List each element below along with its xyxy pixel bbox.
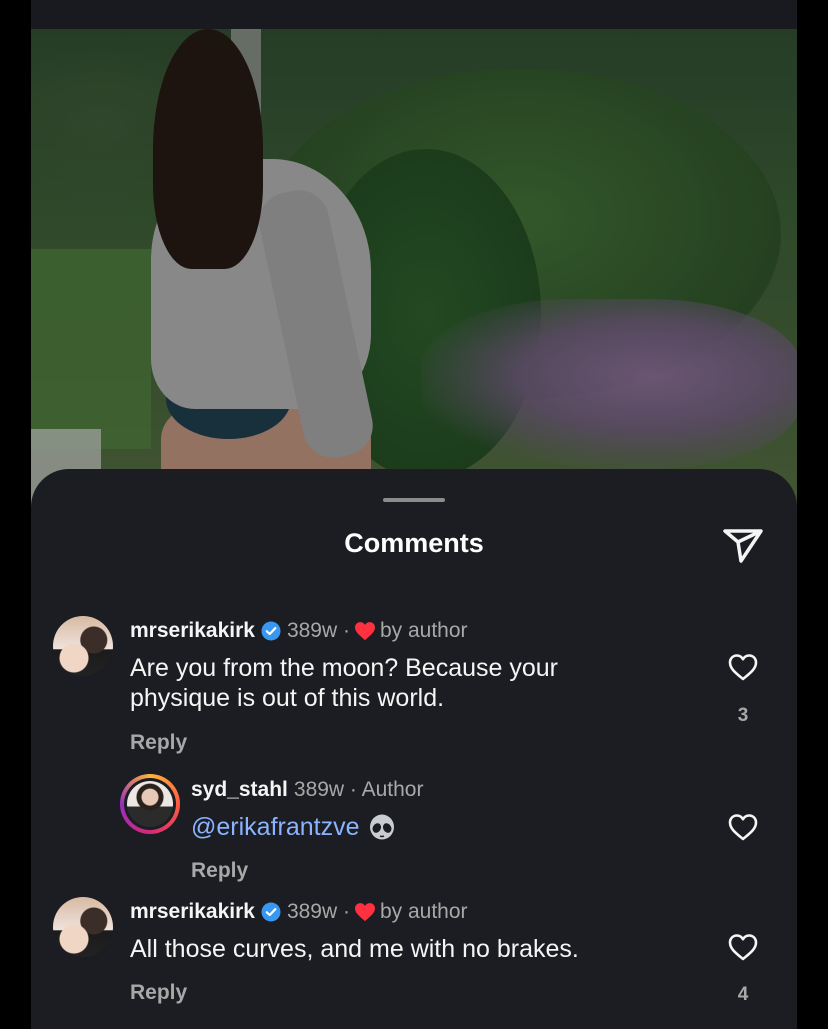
comment-text: Are you from the moon? Because your phys… xyxy=(130,654,559,712)
comment-header: mrserikakirk 389w · by author xyxy=(130,900,468,924)
avatar[interactable] xyxy=(53,616,113,676)
comment-text: All those curves, and me with no brakes. xyxy=(130,935,579,963)
username[interactable]: mrserikakirk xyxy=(130,900,255,924)
comment-text: @erikafrantzve xyxy=(191,812,396,842)
by-author-label: by author xyxy=(379,619,468,642)
alien-icon xyxy=(369,814,394,840)
verified-badge-icon xyxy=(261,902,281,922)
status-bar xyxy=(31,0,797,29)
heart-icon[interactable] xyxy=(727,932,759,962)
comments-title: Comments xyxy=(344,528,484,558)
comment-header: mrserikakirk 389w · by author xyxy=(130,619,468,643)
comment-age: 389w · Author xyxy=(293,778,424,801)
username[interactable]: mrserikakirk xyxy=(130,619,255,643)
liked-by-author-heart-icon xyxy=(354,903,375,922)
mention-link[interactable]: @erikafrantzve xyxy=(191,813,360,841)
avatar[interactable] xyxy=(120,774,180,834)
username[interactable]: syd_stahl xyxy=(191,778,288,802)
post-photo[interactable] xyxy=(31,29,797,529)
comment-header: syd_stahl 389w · Author xyxy=(191,778,423,802)
heart-icon[interactable] xyxy=(727,652,759,682)
reply-button[interactable]: Reply xyxy=(130,981,187,1005)
like-count: 4 xyxy=(737,984,749,1005)
avatar[interactable] xyxy=(53,897,113,957)
liked-by-author-heart-icon xyxy=(354,622,375,641)
reply-button[interactable]: Reply xyxy=(191,859,248,883)
comment-age: 389w · xyxy=(286,619,350,642)
like-count: 3 xyxy=(737,705,749,726)
reply-button[interactable]: Reply xyxy=(130,731,187,755)
comment-age: 389w · xyxy=(286,900,350,923)
share-icon[interactable] xyxy=(721,525,765,565)
drag-handle[interactable] xyxy=(383,498,445,502)
heart-icon[interactable] xyxy=(727,812,759,842)
verified-badge-icon xyxy=(261,621,281,641)
comments-sheet: Comments mrserikakirk 389w · by author A… xyxy=(31,469,797,1029)
by-author-label: by author xyxy=(379,900,468,923)
app-frame: Comments mrserikakirk 389w · by author A… xyxy=(31,0,797,1029)
